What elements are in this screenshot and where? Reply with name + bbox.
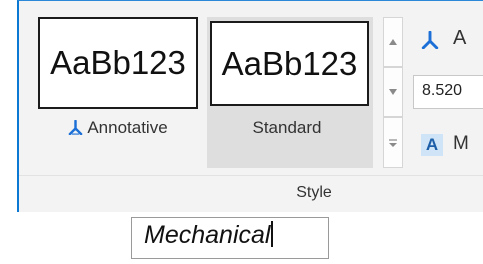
style-label: Standard	[252, 118, 322, 137]
gallery-scroll-up-button[interactable]	[383, 17, 403, 67]
annotative-scale-icon[interactable]	[421, 31, 439, 49]
gallery-more-button[interactable]	[383, 117, 403, 168]
multileader-style-label[interactable]: M	[453, 133, 469, 155]
dimension-style-label[interactable]: A	[453, 27, 466, 50]
gallery-scroll-down-button[interactable]	[383, 67, 403, 117]
triangle-down-icon	[389, 89, 397, 95]
style-preview: AaBb123	[210, 21, 369, 106]
annotative-scale-icon	[68, 120, 83, 135]
style-preview: AaBb123	[38, 17, 198, 109]
ribbon-right-column: A 8.520 A M	[413, 19, 483, 169]
gallery-scroll	[383, 17, 403, 168]
group-label-text: Style	[296, 184, 332, 201]
style-name-edit-field[interactable]: Mechanical	[131, 217, 329, 259]
style-caption: Standard	[207, 118, 367, 138]
style-label: Annotative	[87, 118, 168, 137]
gallery-more-icon	[389, 138, 397, 147]
style-caption: Annotative	[38, 118, 198, 138]
style-tile-standard[interactable]: AaBb123 Standard	[207, 17, 373, 168]
triangle-up-icon	[389, 39, 397, 45]
text-height-input[interactable]: 8.520	[413, 75, 483, 109]
ribbon-group-label: Style	[19, 184, 483, 202]
text-style-icon[interactable]: A	[421, 134, 443, 156]
text-caret	[271, 221, 274, 247]
style-tile-annotative[interactable]: AaBb123 Annotative	[38, 17, 204, 168]
edit-field-text: Mechanical	[144, 221, 271, 249]
style-ribbon-panel: AaBb123 Annotative AaBb123 Standard A 8.…	[17, 0, 483, 212]
divider	[19, 175, 483, 176]
